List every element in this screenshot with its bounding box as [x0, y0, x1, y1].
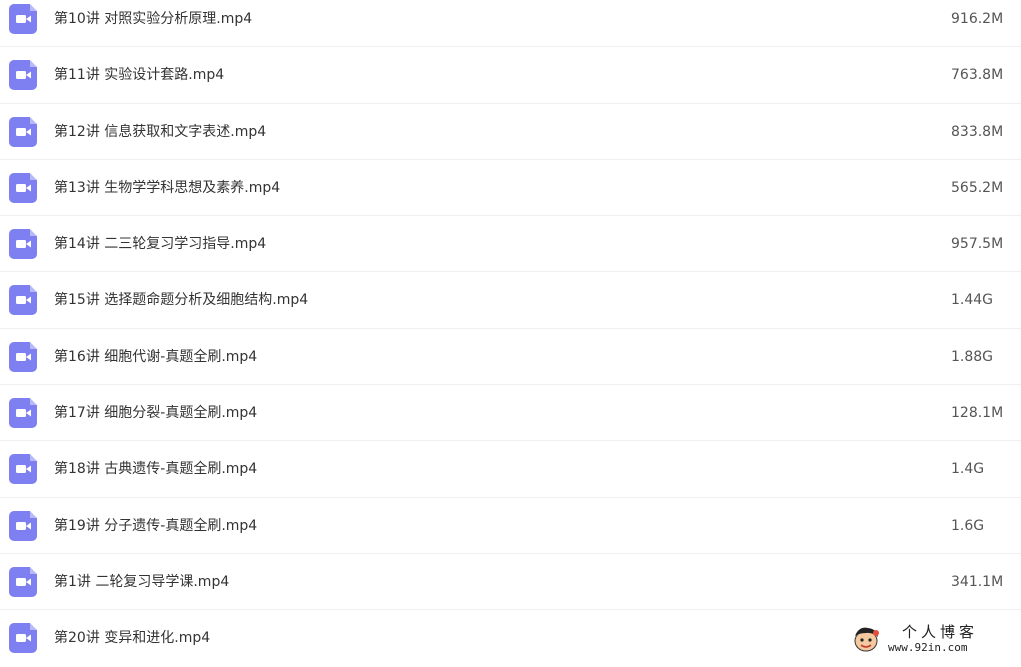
file-row[interactable]: 第14讲 二三轮复习学习指导.mp4 957.5M — [0, 216, 1021, 273]
blog-watermark: 个人博客 www.92in.com — [850, 620, 1020, 660]
watermark-url: www.92in.com — [888, 641, 968, 654]
file-row[interactable]: 第18讲 古典遗传-真题全刷.mp4 1.4G — [0, 441, 1021, 498]
video-file-icon — [9, 229, 37, 260]
file-name[interactable]: 第12讲 信息获取和文字表述.mp4 — [54, 104, 266, 160]
video-file-icon — [9, 566, 37, 597]
file-row[interactable]: 第13讲 生物学学科思想及素养.mp4 565.2M — [0, 160, 1021, 217]
file-row[interactable]: 第17讲 细胞分裂-真题全刷.mp4 128.1M — [0, 385, 1021, 442]
file-row[interactable]: 第12讲 信息获取和文字表述.mp4 833.8M — [0, 104, 1021, 160]
file-row[interactable]: 第1讲 二轮复习导学课.mp4 341.1M — [0, 554, 1021, 611]
video-file-icon — [9, 172, 37, 203]
file-name[interactable]: 第1讲 二轮复习导学课.mp4 — [54, 554, 229, 610]
file-name[interactable]: 第14讲 二三轮复习学习指导.mp4 — [54, 216, 266, 272]
file-name[interactable]: 第20讲 变异和进化.mp4 — [54, 610, 210, 666]
file-size: 916.2M — [951, 11, 1004, 27]
file-row[interactable]: 第19讲 分子遗传-真题全刷.mp4 1.6G — [0, 498, 1021, 554]
video-file-icon — [9, 60, 37, 91]
file-row[interactable]: 第16讲 细胞代谢-真题全刷.mp4 1.88G — [0, 329, 1021, 386]
file-name[interactable]: 第19讲 分子遗传-真题全刷.mp4 — [54, 498, 257, 554]
file-size: 341.1M — [951, 573, 1004, 590]
video-file-icon — [9, 341, 37, 372]
file-row[interactable]: 第11讲 实验设计套路.mp4 763.8M — [0, 47, 1021, 104]
video-file-icon — [9, 398, 37, 429]
file-name[interactable]: 第17讲 细胞分裂-真题全刷.mp4 — [54, 385, 257, 441]
file-list: 第10讲 对照实验分析原理.mp4 916.2M 第11讲 实验设计套路.mp4… — [0, 0, 1021, 667]
file-size: 957.5M — [951, 236, 1004, 253]
cartoon-face-logo-icon — [854, 627, 879, 652]
video-file-icon — [9, 116, 37, 147]
file-size: 763.8M — [951, 67, 1004, 84]
file-size: 1.4G — [951, 461, 985, 478]
file-size: 1.6G — [951, 517, 985, 534]
file-name[interactable]: 第16讲 细胞代谢-真题全刷.mp4 — [54, 329, 257, 385]
file-size: 565.2M — [951, 179, 1004, 196]
file-size: 1.44G — [951, 292, 994, 309]
file-row[interactable]: 第15讲 选择题命题分析及细胞结构.mp4 1.44G — [0, 272, 1021, 329]
file-name[interactable]: 第18讲 古典遗传-真题全刷.mp4 — [54, 441, 257, 497]
video-file-icon — [9, 285, 37, 316]
file-row[interactable]: 第10讲 对照实验分析原理.mp4 916.2M — [0, 0, 1021, 48]
file-name[interactable]: 第13讲 生物学学科思想及素养.mp4 — [54, 160, 280, 216]
file-size: 1.88G — [951, 348, 994, 365]
video-file-icon — [9, 4, 37, 34]
video-file-icon — [9, 510, 37, 541]
file-name[interactable]: 第11讲 实验设计套路.mp4 — [54, 47, 224, 103]
file-size: 128.1M — [951, 405, 1004, 422]
video-file-icon — [9, 623, 37, 654]
file-name[interactable]: 第10讲 对照实验分析原理.mp4 — [54, 0, 252, 47]
video-file-icon — [9, 454, 37, 485]
file-name[interactable]: 第15讲 选择题命题分析及细胞结构.mp4 — [54, 272, 308, 328]
watermark-title: 个人博客 — [902, 623, 979, 641]
file-size: 833.8M — [951, 123, 1004, 140]
